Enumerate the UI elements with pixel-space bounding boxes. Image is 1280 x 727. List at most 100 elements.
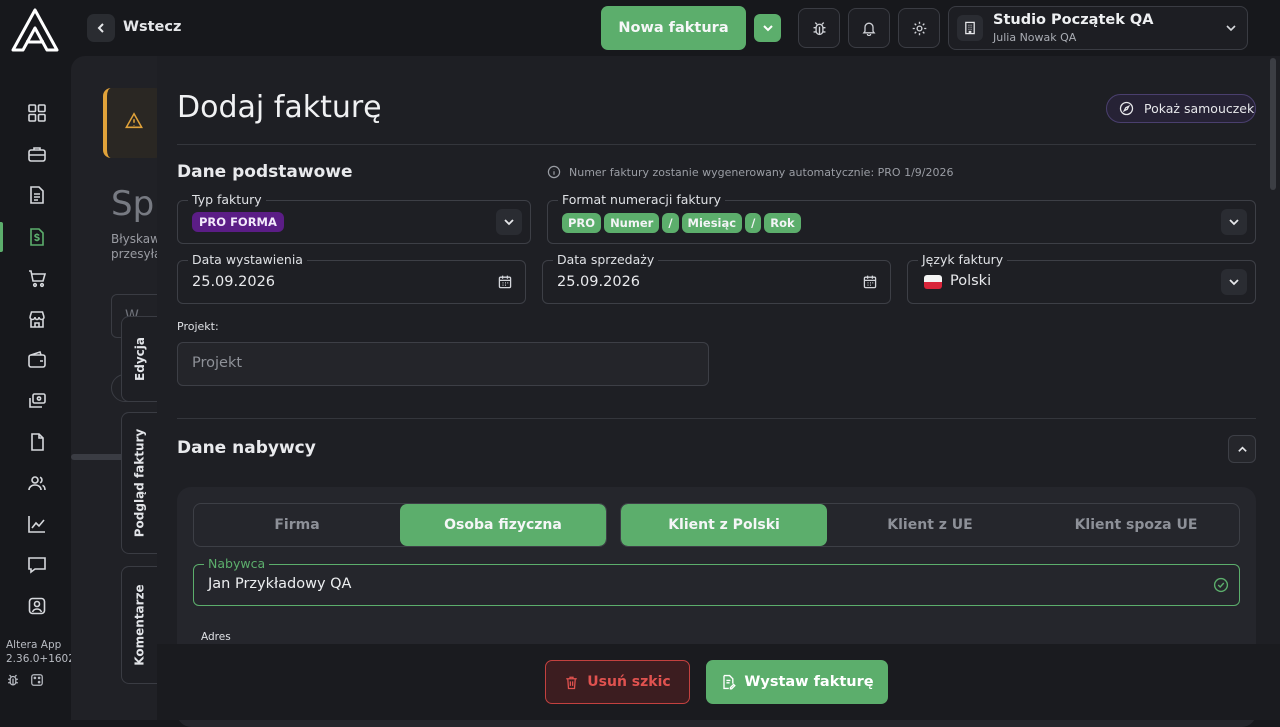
bug-report-button[interactable]: [798, 8, 840, 48]
invoice-language-select[interactable]: Język faktury Polski: [907, 252, 1256, 304]
format-chip-year: Rok: [764, 213, 801, 233]
user-name: Julia Nowak QA: [993, 31, 1077, 44]
tab-edit-label: Edycja: [132, 337, 147, 381]
invoice-type-badge: PRO FORMA: [192, 212, 284, 232]
show-tutorial-button[interactable]: Pokaż samouczek: [1106, 94, 1256, 123]
sale-date-field[interactable]: Data sprzedaży 25.09.2026: [542, 252, 891, 304]
briefcase-icon[interactable]: [22, 139, 52, 169]
invoice-type-label: Typ faktury: [188, 192, 266, 207]
back-button[interactable]: [87, 14, 115, 42]
drawer-scrollbar[interactable]: [1270, 58, 1276, 190]
bug-small-icon[interactable]: [6, 673, 20, 687]
buyer-field-value: Jan Przykładowy QA: [208, 576, 352, 592]
sale-date-value: 25.09.2026: [557, 274, 641, 290]
calendar-icon[interactable]: [862, 274, 878, 290]
entity-option-company[interactable]: Firma: [194, 504, 400, 546]
issue-date-label: Data wystawienia: [188, 252, 307, 267]
format-chip-number: Numer: [604, 213, 660, 233]
poland-flag-icon: [924, 275, 942, 289]
format-chip-prefix: PRO: [562, 213, 602, 233]
format-chip-separator: /: [745, 213, 762, 233]
document-invoice-icon[interactable]: [22, 180, 52, 210]
chevron-down-icon[interactable]: [1221, 269, 1247, 295]
chart-line-icon[interactable]: [22, 509, 52, 539]
dashboard-icon[interactable]: [22, 98, 52, 128]
numbering-format-label: Format numeracji faktury: [558, 192, 725, 207]
tab-edit[interactable]: Edycja: [121, 316, 157, 402]
users-icon[interactable]: [22, 468, 52, 498]
back-label[interactable]: Wstecz: [123, 19, 181, 35]
wallet-icon[interactable]: [22, 345, 52, 375]
format-chip-separator: /: [662, 213, 679, 233]
user-badge-icon[interactable]: [22, 591, 52, 621]
client-region-toggle: Klient z Polski Klient z UE Klient spoza…: [620, 503, 1240, 547]
file-icon[interactable]: [22, 427, 52, 457]
sale-date-label: Data sprzedaży: [553, 252, 659, 267]
background-text-1: Błyskaw: [111, 232, 160, 246]
buyer-field[interactable]: Nabywca Jan Przykładowy QA: [193, 556, 1240, 606]
invoice-dollar-icon[interactable]: [22, 222, 52, 252]
issue-date-value: 25.09.2026: [192, 274, 276, 290]
project-placeholder: Projekt: [192, 355, 243, 371]
region-option-non-eu[interactable]: Klient spoza UE: [1033, 504, 1239, 546]
cart-icon[interactable]: [22, 263, 52, 293]
message-icon[interactable]: [22, 550, 52, 580]
add-invoice-drawer: Dodaj fakturę Pokaż samouczek Dane podst…: [157, 56, 1280, 727]
document-edit-icon: [723, 674, 737, 690]
dice-icon[interactable]: [30, 673, 44, 687]
compass-icon: [1119, 101, 1134, 116]
invoice-number-info: Numer faktury zostanie wygenerowany auto…: [547, 165, 954, 179]
buyer-field-label: Nabywca: [204, 556, 270, 571]
warning-banner: [103, 88, 163, 158]
altera-logo[interactable]: [11, 8, 59, 52]
tab-comments[interactable]: Komentarze: [121, 566, 157, 684]
warning-icon: [125, 112, 143, 130]
invoice-type-select[interactable]: Typ faktury PRO FORMA: [177, 192, 531, 244]
entity-type-toggle: Firma Osoba fizyczna: [193, 503, 607, 547]
chevron-down-icon: [762, 25, 773, 32]
bug-icon: [813, 21, 825, 35]
bell-icon: [862, 22, 876, 36]
settings-button[interactable]: [898, 8, 940, 48]
notifications-button[interactable]: [848, 8, 890, 48]
issue-invoice-button[interactable]: Wystaw fakturę: [706, 660, 888, 704]
tab-invoice-preview-label: Podgląd faktury: [132, 428, 147, 538]
app-version-number: 2.36.0+1602: [6, 653, 75, 665]
chevron-down-icon[interactable]: [496, 209, 522, 235]
invoice-language-value: Polski: [950, 273, 992, 289]
region-option-eu[interactable]: Klient z UE: [827, 504, 1033, 546]
left-rail: Altera App 2.36.0+1602: [0, 0, 75, 720]
collapse-buyer-button[interactable]: [1228, 435, 1256, 463]
tab-invoice-preview[interactable]: Podgląd faktury: [121, 412, 157, 554]
check-circle-icon: [1213, 577, 1229, 593]
project-label: Projekt:: [177, 320, 219, 333]
title-divider: [177, 144, 1256, 145]
chevron-down-icon: [1225, 22, 1237, 34]
section-divider: [177, 418, 1256, 419]
money-transfer-icon[interactable]: [22, 386, 52, 416]
delete-draft-label: Usuń szkic: [587, 674, 671, 690]
delete-draft-button[interactable]: Usuń szkic: [545, 660, 690, 704]
show-tutorial-label: Pokaż samouczek: [1144, 101, 1255, 116]
numbering-format-select[interactable]: Format numeracji faktury PRO Numer / Miesią…: [547, 192, 1256, 244]
chevron-down-icon[interactable]: [1221, 209, 1247, 235]
region-option-poland[interactable]: Klient z Polski: [621, 504, 827, 546]
trash-icon: [566, 676, 578, 689]
invoice-number-info-text: Numer faktury zostanie wygenerowany auto…: [569, 165, 954, 179]
invoice-language-label: Język faktury: [918, 252, 1008, 267]
issue-invoice-label: Wystaw fakturę: [744, 674, 874, 690]
project-input[interactable]: Projekt: [177, 342, 709, 386]
info-icon: [547, 165, 561, 179]
drawer-footer: Usuń szkic Wystaw fakturę: [157, 644, 1280, 720]
new-invoice-dropdown-button[interactable]: [754, 14, 781, 42]
entity-option-person[interactable]: Osoba fizyczna: [400, 504, 606, 546]
store-icon[interactable]: [22, 304, 52, 334]
issue-date-field[interactable]: Data wystawienia 25.09.2026: [177, 252, 526, 304]
company-switcher[interactable]: Studio Początek QA Julia Nowak QA: [948, 6, 1248, 50]
chevron-up-icon: [1237, 445, 1247, 452]
new-invoice-button[interactable]: Nowa faktura: [601, 6, 746, 50]
tab-comments-label: Komentarze: [132, 584, 147, 666]
chevron-left-icon: [97, 23, 104, 33]
calendar-icon[interactable]: [497, 274, 513, 290]
building-icon: [957, 15, 983, 41]
